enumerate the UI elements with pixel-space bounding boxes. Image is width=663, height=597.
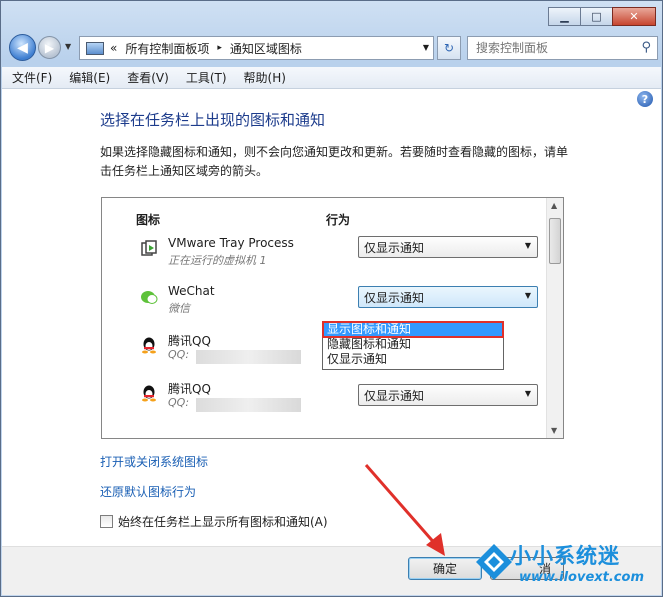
back-button[interactable]: ◀ <box>9 34 36 61</box>
address-bar[interactable]: « 所有控制面板项 ▸ 通知区域图标 ▼ <box>79 36 434 60</box>
maximize-button[interactable]: □ <box>580 7 613 26</box>
breadcrumb-notification-icons[interactable]: 通知区域图标 <box>230 40 302 57</box>
qq-penguin-icon <box>142 385 156 402</box>
always-show-label: 始终在任务栏上显示所有图标和通知(A) <box>118 515 328 529</box>
item-description: 正在运行的虚拟机 1 <box>168 254 267 267</box>
option-hide-icon-and-notifications[interactable]: 隐藏图标和通知 <box>323 337 503 352</box>
redacted-qq-number <box>196 398 301 412</box>
control-panel-icon <box>86 41 104 55</box>
breadcrumb-all-items[interactable]: 所有控制面板项 <box>125 40 209 57</box>
address-dropdown-icon[interactable]: ▼ <box>423 43 429 52</box>
system-icons-link[interactable]: 打开或关闭系统图标 <box>100 453 208 470</box>
search-input[interactable] <box>476 41 636 55</box>
recent-pages-dropdown[interactable]: ▼ <box>65 42 71 51</box>
option-show-icon-and-notifications[interactable]: 显示图标和通知 <box>322 321 504 338</box>
chevron-down-icon: ▼ <box>524 389 531 398</box>
window-frame: ▁ □ ✕ ◀ ▶ ▼ « 所有控制面板项 ▸ 通知区域图标 ▼ ↻ ⚲ 文件(… <box>0 0 663 597</box>
menu-tools[interactable]: 工具(T) <box>186 69 227 86</box>
arrow-left-icon: ◀ <box>17 39 28 56</box>
watermark-url: www.ilovext.com <box>519 570 644 585</box>
menu-view[interactable]: 查看(V) <box>127 69 169 86</box>
search-box[interactable]: ⚲ <box>467 36 658 60</box>
notification-icons-list[interactable]: 图标 行为 VMware Tray Process 正在运行的虚拟机 1 仅显示… <box>101 197 564 439</box>
restore-defaults-link[interactable]: 还原默认图标行为 <box>100 483 196 500</box>
wechat-icon <box>141 291 158 304</box>
item-name: 腾讯QQ <box>168 382 211 396</box>
watermark-title: 小小系统迷 <box>510 544 620 568</box>
list-scrollbar[interactable]: ▲ ▼ <box>546 198 563 438</box>
chevron-down-icon: ▼ <box>524 291 531 300</box>
search-icon[interactable]: ⚲ <box>641 40 651 55</box>
behavior-select[interactable]: 仅显示通知 ▼ <box>358 384 538 406</box>
page-description: 如果选择隐藏图标和通知，则不会向您通知更改和更新。若要随时查看隐藏的图标，请单击… <box>100 145 569 178</box>
breadcrumb-separator[interactable]: ▸ <box>217 43 222 53</box>
behavior-dropdown-list[interactable]: 显示图标和通知 隐藏图标和通知 仅显示通知 <box>322 321 504 370</box>
chevron-down-icon: ▼ <box>65 42 72 51</box>
option-only-notifications[interactable]: 仅显示通知 <box>323 352 503 367</box>
item-name: WeChat <box>168 284 215 298</box>
scroll-up-icon[interactable]: ▲ <box>551 201 557 210</box>
always-show-checkbox[interactable] <box>100 515 113 528</box>
content-pane: ? 选择在任务栏上出现的图标和通知 如果选择隐藏图标和通知，则不会向您通知更改和… <box>2 89 661 546</box>
chevron-down-icon: ▼ <box>524 241 531 250</box>
refresh-icon: ↻ <box>443 41 455 55</box>
ok-button[interactable]: 确定 <box>408 557 482 580</box>
item-description: QQ: <box>168 348 190 361</box>
close-button[interactable]: ✕ <box>612 7 656 26</box>
menu-bar: 文件(F) 编辑(E) 查看(V) 工具(T) 帮助(H) <box>2 67 661 89</box>
behavior-select-open[interactable]: 仅显示通知 ▼ <box>358 286 538 308</box>
menu-help[interactable]: 帮助(H) <box>244 69 286 86</box>
list-item: 腾讯QQ QQ: 仅显示通知 ▼ <box>136 380 538 420</box>
watermark-logo-icon <box>476 544 512 580</box>
page-title: 选择在任务栏上出现的图标和通知 <box>100 111 326 129</box>
behavior-select-value: 仅显示通知 <box>364 290 425 305</box>
address-prefix[interactable]: « <box>110 41 117 55</box>
scrollbar-thumb[interactable] <box>549 218 561 264</box>
item-name: 腾讯QQ <box>168 334 211 348</box>
list-item: WeChat 微信 仅显示通知 ▼ <box>136 284 538 324</box>
column-header-behavior: 行为 <box>326 213 351 227</box>
item-name: VMware Tray Process <box>168 236 294 250</box>
always-show-option[interactable]: 始终在任务栏上显示所有图标和通知(A) <box>100 513 328 530</box>
list-item: VMware Tray Process 正在运行的虚拟机 1 仅显示通知 ▼ <box>136 236 538 276</box>
caption-buttons: ▁ □ ✕ <box>548 7 656 26</box>
refresh-button[interactable]: ↻ <box>437 36 461 60</box>
site-watermark: 小小系统迷 www.ilovext.com <box>474 538 662 596</box>
behavior-select[interactable]: 仅显示通知 ▼ <box>358 236 538 258</box>
vmware-icon <box>141 240 157 256</box>
column-header-icon: 图标 <box>136 213 161 227</box>
behavior-select-value: 仅显示通知 <box>364 388 425 403</box>
menu-edit[interactable]: 编辑(E) <box>69 69 110 86</box>
qq-penguin-icon <box>142 337 156 354</box>
redacted-qq-number <box>196 350 301 364</box>
behavior-select-value: 仅显示通知 <box>364 240 425 255</box>
scroll-down-icon[interactable]: ▼ <box>551 426 557 435</box>
item-description: QQ: <box>168 396 190 409</box>
navigation-row: ◀ ▶ ▼ « 所有控制面板项 ▸ 通知区域图标 ▼ ↻ ⚲ <box>9 34 658 62</box>
arrow-right-icon: ▶ <box>44 40 55 55</box>
item-description: 微信 <box>168 302 190 315</box>
menu-file[interactable]: 文件(F) <box>12 69 52 86</box>
minimize-button[interactable]: ▁ <box>548 7 581 26</box>
help-icon[interactable]: ? <box>637 91 653 107</box>
forward-button[interactable]: ▶ <box>38 36 61 59</box>
